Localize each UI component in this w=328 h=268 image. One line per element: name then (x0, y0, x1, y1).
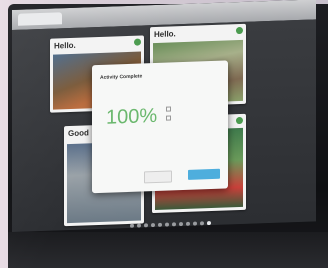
stat-row (166, 106, 173, 112)
cancel-button[interactable] (144, 170, 172, 184)
pager-dot[interactable] (158, 222, 162, 227)
tile-title: Hello. (154, 29, 176, 40)
browser-tab[interactable] (18, 12, 62, 26)
pager-dot[interactable] (200, 221, 204, 226)
pager-dot[interactable] (151, 223, 155, 228)
tile-title: Good (68, 128, 89, 139)
pager-dot[interactable] (137, 223, 141, 228)
pager-dot[interactable] (165, 222, 169, 227)
dialog-title: Activity Complete (100, 73, 143, 81)
continue-button[interactable] (188, 168, 220, 180)
pager-dot[interactable] (207, 221, 211, 226)
completion-percent: 100% (106, 104, 158, 129)
stat-row (166, 115, 173, 121)
stat-checkbox[interactable] (166, 106, 171, 112)
add-icon[interactable] (236, 116, 243, 125)
tile-title: Hello. (54, 40, 76, 51)
activity-complete-dialog: Activity Complete 100% (92, 60, 228, 194)
stat-checkbox[interactable] (166, 115, 171, 121)
pager-dot[interactable] (193, 221, 197, 226)
monitor-screen: Hello. Hello. Good Activity Complete 100… (12, 0, 316, 233)
pager-dot[interactable] (130, 223, 134, 228)
apple-logo-icon (158, 250, 172, 266)
pager-dot[interactable] (179, 222, 183, 227)
pager-dot[interactable] (186, 221, 190, 226)
pager-dot[interactable] (144, 223, 148, 228)
add-icon[interactable] (134, 38, 141, 46)
pager-dot[interactable] (172, 222, 176, 227)
add-icon[interactable] (236, 26, 243, 35)
